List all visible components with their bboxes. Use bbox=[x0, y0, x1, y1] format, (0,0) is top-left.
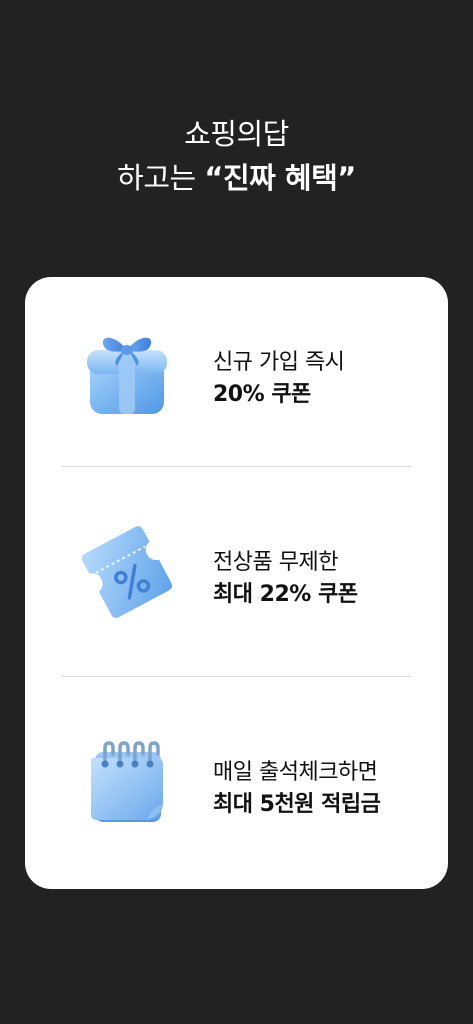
benefit-row-unlimited-coupon: 전상품 무제한 최대 22% 쿠폰 bbox=[25, 477, 448, 667]
benefit-line2: 20% 쿠폰 bbox=[213, 382, 311, 407]
benefit-text: 매일 출석체크하면 최대 5천원 적립금 bbox=[213, 757, 381, 821]
headline-line2-prefix: 하고는 bbox=[117, 161, 205, 195]
benefit-line1: 신규 가입 즉시 bbox=[213, 350, 345, 375]
benefit-text: 전상품 무제한 최대 22% 쿠폰 bbox=[213, 547, 358, 611]
benefits-card: 신규 가입 즉시 20% 쿠폰 전상품 무제한 최대 22% 쿠폰 매일 출석체… bbox=[25, 277, 448, 889]
calendar-icon bbox=[77, 732, 177, 832]
headline-line1: 쇼핑의답 bbox=[184, 117, 289, 151]
coupon-ticket-icon bbox=[77, 522, 177, 622]
divider bbox=[62, 676, 411, 677]
headline-line2-emphasis: “진짜 혜택” bbox=[204, 161, 356, 195]
benefit-line2: 최대 5천원 적립금 bbox=[213, 792, 381, 817]
divider bbox=[62, 466, 411, 467]
benefit-row-attendance-points: 매일 출석체크하면 최대 5천원 적립금 bbox=[25, 687, 448, 877]
benefit-row-signup-coupon: 신규 가입 즉시 20% 쿠폰 bbox=[25, 277, 448, 467]
headline: 쇼핑의답 하고는 “진짜 혜택” bbox=[0, 112, 473, 200]
benefit-text: 신규 가입 즉시 20% 쿠폰 bbox=[213, 347, 345, 411]
headline-line2: 하고는 “진짜 혜택” bbox=[0, 156, 473, 200]
benefit-line2: 최대 22% 쿠폰 bbox=[213, 582, 358, 607]
benefit-line1: 전상품 무제한 bbox=[213, 550, 338, 575]
gift-box-icon bbox=[77, 322, 177, 422]
benefit-line1: 매일 출석체크하면 bbox=[213, 760, 378, 785]
